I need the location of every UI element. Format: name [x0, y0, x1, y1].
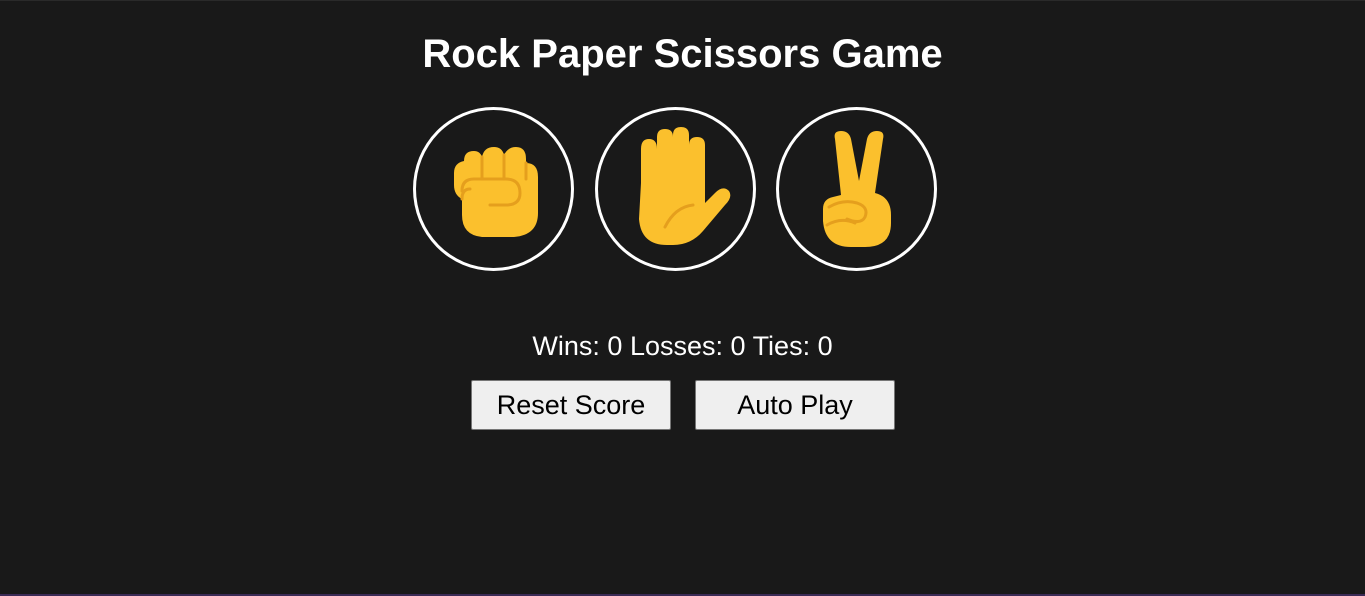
losses-count: 0 [730, 331, 746, 361]
wins-label: Wins: [532, 331, 600, 361]
scissors-button[interactable] [776, 107, 937, 271]
rock-button[interactable] [413, 107, 574, 271]
paper-button[interactable] [595, 107, 756, 271]
game-title: Rock Paper Scissors Game [422, 32, 943, 76]
ties-label: Ties: [752, 331, 811, 361]
victory-hand-icon [822, 131, 891, 247]
score-display: Wins: 0 Losses: 0 Ties: 0 [0, 329, 1365, 363]
auto-play-button[interactable]: Auto Play [695, 380, 895, 430]
move-buttons [413, 107, 953, 271]
ties-count: 0 [817, 331, 833, 361]
reset-score-button[interactable]: Reset Score [471, 380, 671, 430]
raised-hand-icon [638, 127, 730, 245]
wins-count: 0 [607, 331, 623, 361]
losses-label: Losses: [629, 331, 723, 361]
raised-fist-icon [453, 147, 538, 237]
